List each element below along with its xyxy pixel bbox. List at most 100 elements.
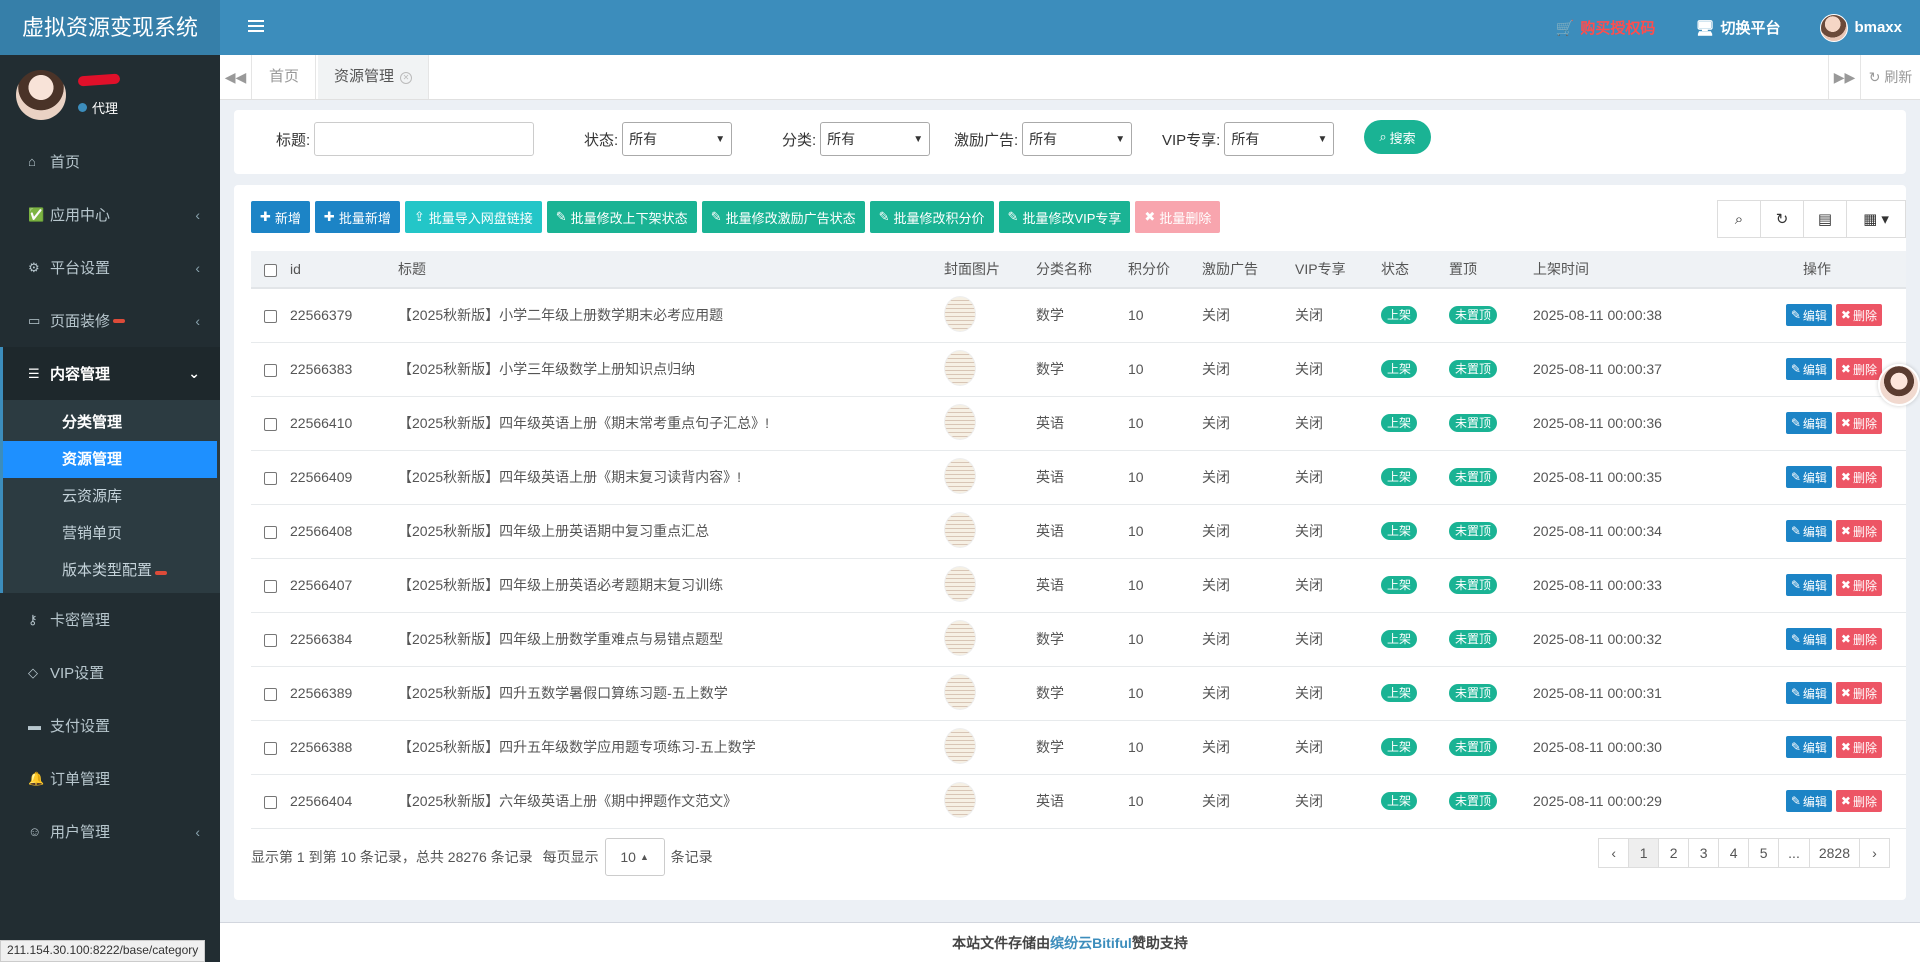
app-logo-title[interactable]: 虚拟资源变现系统 — [0, 0, 220, 55]
switch-platform-link[interactable]: 🖥 切换平台 — [1695, 17, 1780, 38]
cover-thumbnail[interactable] — [944, 295, 976, 332]
close-icon[interactable]: ✕ — [400, 72, 413, 84]
user-menu[interactable]: bmaxx — [1820, 13, 1902, 42]
search-button[interactable]: ⌕ 搜索 — [1364, 120, 1431, 154]
sidebar-subitem-version-type[interactable]: 版本类型配置 — [3, 552, 220, 589]
pagination-page[interactable]: 3 — [1688, 838, 1720, 868]
cover-thumbnail[interactable] — [944, 619, 976, 656]
top-badge[interactable]: 未置顶 — [1449, 630, 1498, 648]
status-badge[interactable]: 上架 — [1381, 630, 1418, 648]
sidebar-item-page-decoration[interactable]: ▭ 页面装修 ‹ — [0, 294, 220, 347]
batch-add-button[interactable]: ✚ 批量新增 — [314, 201, 400, 233]
edit-button[interactable]: ✎ 编辑 — [1785, 412, 1832, 434]
cover-thumbnail[interactable] — [944, 673, 976, 710]
status-badge[interactable]: 上架 — [1381, 468, 1418, 486]
status-badge[interactable]: 上架 — [1381, 684, 1418, 702]
sidebar-item-app-center[interactable]: ✅ 应用中心 ‹ — [0, 188, 220, 241]
delete-button[interactable]: ✖ 删除 — [1835, 682, 1882, 704]
top-badge[interactable]: 未置顶 — [1449, 306, 1498, 325]
add-button[interactable]: ✚ 新增 — [251, 201, 310, 233]
title-search-input[interactable] — [314, 122, 535, 156]
columns-grid-icon[interactable]: ▦ ▾ — [1846, 200, 1906, 238]
row-checkbox[interactable] — [264, 525, 277, 539]
pagination-page[interactable]: 4 — [1718, 838, 1750, 868]
cover-thumbnail[interactable] — [944, 511, 976, 548]
search-icon[interactable]: ⌕ — [1717, 200, 1761, 238]
top-badge[interactable]: 未置顶 — [1449, 576, 1498, 594]
row-checkbox[interactable] — [264, 310, 277, 324]
edit-button[interactable]: ✎ 编辑 — [1785, 304, 1832, 327]
cover-thumbnail[interactable] — [944, 403, 976, 440]
delete-button[interactable]: ✖ 删除 — [1835, 304, 1882, 327]
batch-ad-button[interactable]: ✎ 批量修改激励广告状态 — [701, 201, 865, 233]
sidebar-item-payment-settings[interactable]: ▬ 支付设置 — [0, 699, 220, 752]
delete-button[interactable]: ✖ 删除 — [1835, 628, 1882, 650]
status-badge[interactable]: 上架 — [1381, 306, 1418, 325]
col-category[interactable]: 分类名称 — [1036, 251, 1128, 288]
top-badge[interactable]: 未置顶 — [1449, 414, 1498, 432]
status-select[interactable]: 所有 ▼ — [622, 122, 733, 156]
sponsor-link[interactable]: 缤纷云Bitiful — [1050, 935, 1132, 951]
top-badge[interactable]: 未置顶 — [1449, 468, 1498, 486]
cover-thumbnail[interactable] — [944, 727, 976, 764]
page-size-dropdown[interactable]: 10 ▲ — [604, 838, 665, 876]
edit-button[interactable]: ✎ 编辑 — [1785, 520, 1832, 542]
edit-button[interactable]: ✎ 编辑 — [1785, 682, 1832, 704]
col-title[interactable]: 标题 — [398, 251, 944, 288]
sidebar-subitem-cloud-library[interactable]: 云资源库 — [3, 478, 220, 515]
top-badge[interactable]: 未置顶 — [1449, 792, 1498, 810]
pagination-page[interactable]: 2 — [1658, 838, 1690, 868]
top-badge[interactable]: 未置顶 — [1449, 738, 1498, 756]
sidebar-item-home[interactable]: ⌂ 首页 — [0, 135, 220, 188]
top-badge[interactable]: 未置顶 — [1449, 360, 1498, 378]
select-all-checkbox[interactable] — [264, 263, 277, 277]
edit-button[interactable]: ✎ 编辑 — [1785, 466, 1832, 488]
row-checkbox[interactable] — [264, 741, 277, 755]
sidebar-toggle-icon[interactable] — [248, 17, 264, 37]
sidebar-item-card-keys[interactable]: ⚷ 卡密管理 — [0, 593, 220, 646]
category-select[interactable]: 所有 ▼ — [820, 122, 931, 156]
batch-points-button[interactable]: ✎ 批量修改积分价 — [869, 201, 994, 233]
col-time[interactable]: 上架时间 — [1533, 251, 1723, 288]
delete-button[interactable]: ✖ 删除 — [1835, 574, 1882, 596]
pagination-page[interactable]: 5 — [1748, 838, 1780, 868]
status-badge[interactable]: 上架 — [1381, 414, 1418, 432]
floating-assistant-avatar[interactable] — [1878, 364, 1920, 406]
sidebar-item-vip-settings[interactable]: ◇ VIP设置 — [0, 646, 220, 699]
status-badge[interactable]: 上架 — [1381, 792, 1418, 810]
pagination-next[interactable]: › — [1859, 838, 1890, 868]
row-checkbox[interactable] — [264, 687, 277, 701]
pagination-page[interactable]: 1 — [1628, 838, 1660, 868]
col-status[interactable]: 状态 — [1381, 251, 1449, 288]
sidebar-subitem-marketing-page[interactable]: 营销单页 — [3, 515, 220, 552]
tabs-scroll-left-icon[interactable]: ◀◀ — [220, 55, 252, 99]
edit-button[interactable]: ✎ 编辑 — [1785, 736, 1832, 758]
sidebar-item-orders[interactable]: 🔔 订单管理 — [0, 752, 220, 805]
edit-button[interactable]: ✎ 编辑 — [1785, 790, 1832, 812]
refresh-icon[interactable]: ↻ — [1760, 200, 1804, 238]
tab-home[interactable]: 首页 — [253, 55, 317, 99]
sidebar-item-users[interactable]: ☺ 用户管理 ‹ — [0, 805, 220, 858]
tabs-scroll-right-icon[interactable]: ▶▶ — [1828, 55, 1860, 99]
vip-select[interactable]: 所有 ▼ — [1224, 122, 1335, 156]
row-checkbox[interactable] — [264, 795, 277, 809]
edit-button[interactable]: ✎ 编辑 — [1785, 358, 1832, 380]
top-badge[interactable]: 未置顶 — [1449, 522, 1498, 540]
col-ad[interactable]: 激励广告 — [1202, 251, 1295, 288]
refresh-tab-button[interactable]: ↻ 刷新 — [1860, 55, 1920, 99]
pagination-prev[interactable]: ‹ — [1598, 838, 1630, 868]
row-checkbox[interactable] — [264, 579, 277, 593]
ad-select[interactable]: 所有 ▼ — [1022, 122, 1133, 156]
row-checkbox[interactable] — [264, 363, 277, 377]
buy-license-link[interactable]: 🛒 购买授权码 — [1556, 17, 1656, 38]
col-top[interactable]: 置顶 — [1449, 251, 1533, 288]
batch-status-button[interactable]: ✎ 批量修改上下架状态 — [546, 201, 697, 233]
tab-resource-management[interactable]: 资源管理 ✕ — [318, 55, 430, 99]
sidebar-subitem-resource[interactable]: 资源管理 — [3, 441, 217, 478]
sidebar-subitem-category[interactable]: 分类管理 — [3, 404, 220, 441]
cover-thumbnail[interactable] — [944, 781, 976, 818]
edit-button[interactable]: ✎ 编辑 — [1785, 628, 1832, 650]
row-checkbox[interactable] — [264, 633, 277, 647]
cover-thumbnail[interactable] — [944, 457, 976, 494]
sidebar-item-content-management[interactable]: ☰ 内容管理 ⌄ — [0, 347, 220, 400]
